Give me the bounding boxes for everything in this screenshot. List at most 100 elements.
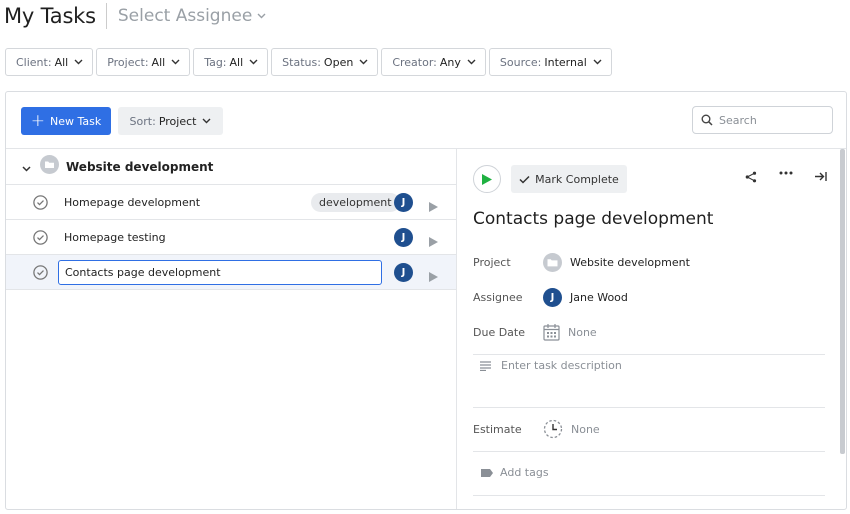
clock-icon[interactable] xyxy=(543,419,563,439)
estimate-label: Estimate xyxy=(473,422,522,436)
add-tags-button[interactable]: Add tags xyxy=(480,466,549,479)
filter-label: Status: xyxy=(282,55,321,69)
play-icon[interactable] xyxy=(429,232,438,251)
divider xyxy=(473,354,825,355)
chevron-down-icon xyxy=(467,59,476,65)
task-detail-pane: Mark Complete Contacts page development … xyxy=(458,149,846,509)
project-field: Project Website development xyxy=(473,250,828,274)
divider xyxy=(473,407,825,408)
more-options-icon[interactable] xyxy=(768,171,803,183)
close-panel-icon[interactable] xyxy=(803,171,838,183)
chevron-down-icon xyxy=(249,59,258,65)
task-name[interactable]: Homepage testing xyxy=(64,231,166,244)
assignee-field: Assignee J Jane Wood xyxy=(473,285,828,309)
play-icon[interactable] xyxy=(429,197,438,216)
page-title: My Tasks xyxy=(0,3,107,29)
task-row-selected[interactable]: J xyxy=(6,255,456,290)
estimate-value[interactable]: None xyxy=(571,423,600,436)
filter-label: Client: xyxy=(16,55,52,69)
detail-actions xyxy=(733,171,838,183)
assignee-select-label: Select Assignee xyxy=(117,6,253,26)
due-date-field: Due Date None xyxy=(473,320,828,344)
check-circle-icon[interactable] xyxy=(33,195,48,214)
new-task-button[interactable]: + New Task xyxy=(21,107,111,135)
filter-client[interactable]: Client: All xyxy=(5,48,94,76)
filter-label: Tag: xyxy=(204,55,227,69)
filter-value: All xyxy=(229,55,244,69)
search-input[interactable] xyxy=(719,113,819,127)
filter-source[interactable]: Source: Internal xyxy=(488,48,612,76)
chevron-down-icon xyxy=(171,59,180,65)
check-circle-icon[interactable] xyxy=(33,265,48,284)
chevron-down-icon xyxy=(202,118,211,124)
task-description[interactable]: Enter task description xyxy=(480,359,622,372)
filter-creator[interactable]: Creator: Any xyxy=(381,48,486,76)
sort-label: Sort: xyxy=(129,114,156,128)
project-value[interactable]: Website development xyxy=(570,256,690,269)
tasks-toolbar: + New Task Sort: Project xyxy=(6,92,846,149)
add-tags-label: Add tags xyxy=(500,466,549,479)
filter-status[interactable]: Status: Open xyxy=(271,48,379,76)
page-header: My Tasks Select Assignee xyxy=(0,0,850,32)
project-label: Project xyxy=(473,255,511,269)
project-group-header[interactable]: Website development xyxy=(6,149,456,185)
description-placeholder: Enter task description xyxy=(501,359,622,372)
filter-value: All xyxy=(54,55,69,69)
search-box[interactable] xyxy=(692,106,833,134)
divider xyxy=(473,451,825,452)
filter-bar: Client: All Project: All Tag: All Status: Op… xyxy=(5,48,615,76)
plus-icon: + xyxy=(30,110,45,131)
task-list: Website development Homepage development… xyxy=(6,149,457,509)
mark-complete-button[interactable]: Mark Complete xyxy=(511,165,627,193)
filter-label: Source: xyxy=(499,55,542,69)
assignee-value[interactable]: Jane Wood xyxy=(570,291,628,304)
play-icon xyxy=(482,173,492,185)
checkmark-icon xyxy=(519,175,530,184)
chevron-down-icon[interactable] xyxy=(22,157,32,176)
avatar[interactable]: J xyxy=(543,287,562,307)
due-date-value[interactable]: None xyxy=(568,326,597,339)
task-row[interactable]: Homepage development development J xyxy=(6,185,456,220)
tasks-panel: + New Task Sort:Project Website developm… xyxy=(5,91,847,510)
chevron-down-icon xyxy=(359,59,368,65)
assignee-select[interactable]: Select Assignee xyxy=(118,6,266,26)
folder-icon xyxy=(40,155,59,178)
share-icon[interactable] xyxy=(733,171,768,183)
filter-value: Open xyxy=(323,55,354,69)
sort-dropdown[interactable]: Sort: Project xyxy=(118,107,223,135)
description-icon xyxy=(480,360,491,371)
chevron-down-icon xyxy=(593,59,602,65)
check-circle-icon[interactable] xyxy=(33,230,48,249)
chevron-down-icon xyxy=(74,59,83,65)
calendar-icon[interactable] xyxy=(543,323,560,341)
sort-value: Project xyxy=(158,114,197,128)
filter-label: Creator: xyxy=(392,55,437,69)
task-row[interactable]: Homepage testing J xyxy=(6,220,456,255)
assignee-label: Assignee xyxy=(473,290,523,304)
tag-icon xyxy=(481,468,493,477)
task-tag[interactable]: development xyxy=(311,192,400,212)
avatar[interactable]: J xyxy=(394,193,413,212)
divider xyxy=(473,495,825,496)
start-timer-button[interactable] xyxy=(473,165,501,193)
filter-label: Project: xyxy=(107,55,149,69)
search-icon xyxy=(701,114,713,126)
avatar[interactable]: J xyxy=(394,263,413,282)
project-group-title: Website development xyxy=(66,159,214,174)
play-icon[interactable] xyxy=(429,267,438,286)
task-name-input[interactable] xyxy=(58,260,382,285)
task-name[interactable]: Homepage development xyxy=(64,196,200,209)
new-task-label: New Task xyxy=(50,114,102,128)
avatar[interactable]: J xyxy=(394,228,413,247)
chevron-down-icon xyxy=(257,13,266,19)
filter-tag[interactable]: Tag: All xyxy=(193,48,269,76)
due-date-label: Due Date xyxy=(473,325,525,339)
task-detail-title[interactable]: Contacts page development xyxy=(473,209,713,229)
detail-scrollbar[interactable] xyxy=(840,149,845,454)
folder-icon xyxy=(543,252,562,272)
filter-value: Internal xyxy=(544,55,587,69)
filter-value: Any xyxy=(439,55,461,69)
filter-project[interactable]: Project: All xyxy=(96,48,191,76)
filter-value: All xyxy=(151,55,166,69)
estimate-field: Estimate None xyxy=(473,417,828,441)
